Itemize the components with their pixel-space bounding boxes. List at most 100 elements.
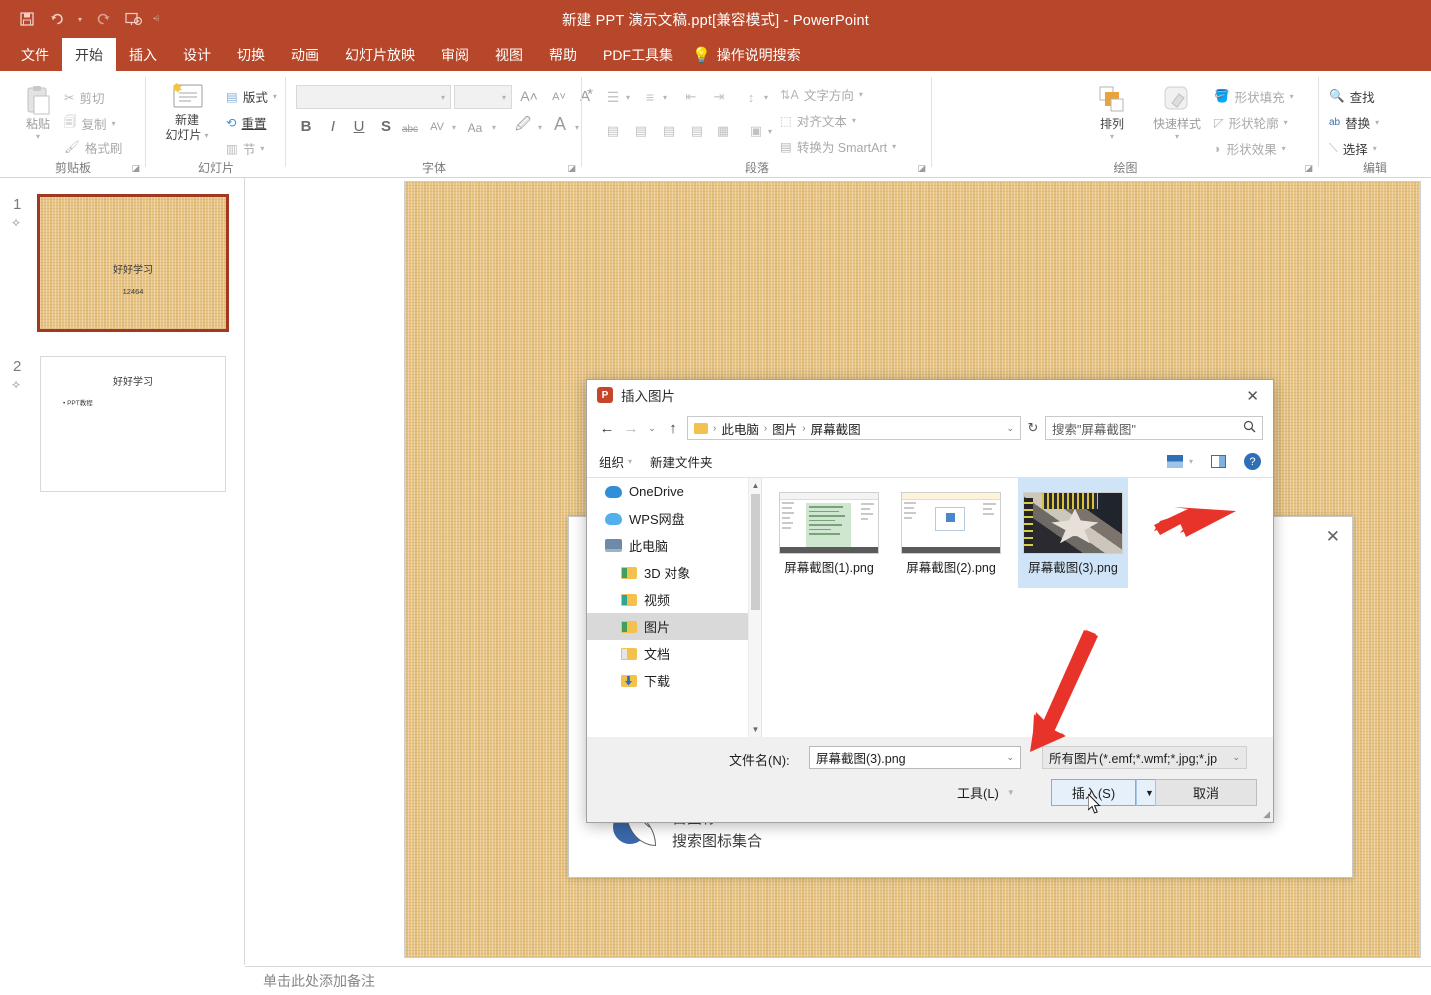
undo-icon[interactable]	[44, 6, 70, 32]
view-options-button[interactable]: ▾	[1166, 455, 1193, 468]
tell-me-search[interactable]: 💡 操作说明搜索	[686, 38, 814, 71]
bullets-icon[interactable]: ☰	[602, 87, 624, 107]
tab-animations[interactable]: 动画	[278, 38, 332, 71]
shape-effects-dropdown-icon[interactable]: ▾	[1282, 144, 1286, 153]
align-text-dropdown-icon[interactable]: ▾	[852, 116, 856, 125]
tab-pdf-tools[interactable]: PDF工具集	[590, 38, 686, 71]
customize-qat-icon[interactable]: ⩤	[150, 14, 162, 24]
file-item-2[interactable]: 屏幕截图(2).png	[896, 484, 1006, 581]
breadcrumb-screenshots[interactable]: 屏幕截图	[811, 419, 861, 438]
decrease-indent-icon[interactable]: ⇤	[680, 87, 702, 107]
font-name-input[interactable]: ▾	[296, 85, 451, 109]
arrange-button[interactable]: 排列 ▾	[1088, 85, 1136, 142]
background-dialog-close-icon[interactable]: ✕	[1326, 527, 1340, 547]
text-direction-button[interactable]: ⇅A 文字方向 ▾	[780, 85, 863, 104]
filename-input[interactable]: 屏幕截图(3).png ⌄	[809, 746, 1021, 769]
tab-help[interactable]: 帮助	[536, 38, 590, 71]
address-breadcrumb[interactable]: › 此电脑 › 图片 › 屏幕截图 ⌄	[687, 416, 1021, 440]
dialog-close-button[interactable]: ✕	[1246, 387, 1259, 405]
quick-styles-dropdown-icon[interactable]: ▾	[1175, 132, 1179, 142]
character-spacing-dropdown-icon[interactable]: ▾	[452, 123, 456, 132]
tools-dropdown-icon[interactable]: ▼	[1007, 788, 1015, 797]
tab-design[interactable]: 设计	[170, 38, 224, 71]
section-dropdown-icon[interactable]: ▾	[260, 144, 264, 153]
align-center-icon[interactable]: ▤	[630, 121, 652, 141]
change-case-dropdown-icon[interactable]: ▾	[492, 123, 496, 132]
file-item-3[interactable]: 屏幕截图(3).png	[1018, 478, 1128, 588]
format-painter-button[interactable]: 🖌 格式刷	[64, 138, 122, 157]
search-input[interactable]: 搜索"屏幕截图"	[1045, 416, 1263, 440]
slide-thumbnail-2[interactable]: 好好学习 • PPT教程	[40, 356, 226, 492]
italic-button[interactable]: I	[322, 115, 344, 137]
bold-button[interactable]: B	[295, 115, 317, 137]
preview-pane-button[interactable]	[1211, 455, 1226, 468]
filetype-select[interactable]: 所有图片(*.emf;*.wmf;*.jpg;*.jp ⌄	[1042, 746, 1247, 769]
cancel-button[interactable]: 取消	[1155, 779, 1257, 806]
sidebar-item-documents[interactable]: 文档	[587, 640, 761, 667]
file-item-1[interactable]: 屏幕截图(1).png	[774, 484, 884, 581]
new-folder-button[interactable]: 新建文件夹	[650, 452, 713, 471]
character-spacing-button[interactable]: AV	[426, 116, 448, 138]
font-dialog-launcher[interactable]: ◪	[567, 163, 576, 174]
text-direction-dropdown-icon[interactable]: ▾	[859, 90, 863, 99]
nav-forward-icon[interactable]: →	[621, 420, 641, 437]
select-dropdown-icon[interactable]: ▾	[1373, 144, 1377, 153]
font-color-button[interactable]: A	[549, 113, 571, 135]
underline-button[interactable]: U	[348, 115, 370, 137]
increase-indent-icon[interactable]: ⇥	[708, 87, 730, 107]
sidebar-item-3d-objects[interactable]: 3D 对象	[587, 559, 761, 586]
new-slide-dropdown-icon[interactable]: ▾	[205, 131, 209, 141]
align-right-icon[interactable]: ▤	[658, 121, 680, 141]
tab-view[interactable]: 视图	[482, 38, 536, 71]
sidebar-item-onedrive[interactable]: OneDrive	[587, 478, 761, 505]
select-button[interactable]: ⟍ 选择 ▾	[1329, 139, 1377, 158]
align-text-button[interactable]: ⬚ 对齐文本 ▾	[780, 111, 856, 130]
shape-outline-dropdown-icon[interactable]: ▾	[1284, 118, 1288, 127]
shape-effects-button[interactable]: ◗ 形状效果 ▾	[1214, 139, 1286, 158]
navigation-pane-scrollbar[interactable]: ▲ ▼	[748, 478, 761, 737]
tools-button[interactable]: 工具(L) ▼	[957, 783, 1015, 802]
tab-file[interactable]: 文件	[8, 38, 62, 71]
font-color-dropdown-icon[interactable]: ▾	[575, 123, 579, 132]
help-icon[interactable]: ?	[1244, 453, 1261, 470]
resize-grip-icon[interactable]: ◢	[1263, 809, 1270, 820]
sidebar-item-videos[interactable]: 视频	[587, 586, 761, 613]
find-button[interactable]: 🔍 查找	[1329, 87, 1375, 106]
paragraph-dialog-launcher[interactable]: ◪	[917, 163, 926, 174]
convert-smartart-button[interactable]: ▤ 转换为 SmartArt ▾	[780, 137, 896, 156]
section-button[interactable]: ▥ 节 ▾	[226, 139, 264, 158]
grow-font-icon[interactable]: A˄	[518, 85, 540, 107]
layout-button[interactable]: ▤ 版式 ▾	[226, 87, 277, 106]
breadcrumb-pictures[interactable]: 图片	[772, 419, 797, 438]
view-options-dropdown-icon[interactable]: ▾	[1189, 457, 1193, 466]
highlight-icon[interactable]: 🖉	[512, 115, 534, 137]
breadcrumb-this-pc[interactable]: 此电脑	[721, 419, 759, 438]
line-spacing-icon[interactable]: ↕	[740, 87, 762, 107]
numbering-dropdown-icon[interactable]: ▾	[663, 93, 667, 102]
undo-dropdown-icon[interactable]: ▾	[74, 15, 86, 24]
start-slideshow-icon[interactable]	[120, 6, 146, 32]
slide-thumbnail-pane[interactable]: 1 ✧ 好好学习 12464 2 ✧ 好好学习 • PPT教程	[0, 178, 244, 965]
shrink-font-icon[interactable]: A˅	[548, 86, 570, 108]
filename-dropdown-icon[interactable]: ⌄	[1006, 752, 1014, 763]
strikethrough-button[interactable]: abc	[399, 118, 421, 140]
bullets-dropdown-icon[interactable]: ▾	[626, 93, 630, 102]
sidebar-item-wps-cloud[interactable]: WPS网盘	[587, 505, 761, 532]
shape-fill-dropdown-icon[interactable]: ▾	[1290, 92, 1294, 101]
copy-dropdown-icon[interactable]: ▾	[112, 119, 116, 128]
sidebar-item-downloads[interactable]: 下载	[587, 667, 761, 694]
save-icon[interactable]	[14, 6, 40, 32]
layout-dropdown-icon[interactable]: ▾	[273, 92, 277, 101]
clipboard-dialog-launcher[interactable]: ◪	[131, 163, 140, 174]
nav-up-icon[interactable]: ↑	[663, 420, 683, 437]
smartart-dropdown-icon[interactable]: ▾	[892, 142, 896, 151]
text-shadow-button[interactable]: S	[375, 115, 397, 137]
replace-button[interactable]: ab 替换 ▾	[1329, 113, 1379, 132]
shape-outline-button[interactable]: ◸ 形状轮廓 ▾	[1214, 113, 1288, 132]
shape-fill-button[interactable]: 🪣 形状填充 ▾	[1214, 87, 1294, 106]
scrollbar-thumb[interactable]	[751, 494, 760, 610]
tab-transitions[interactable]: 切换	[224, 38, 278, 71]
reset-button[interactable]: ⟲ 重置	[226, 113, 267, 132]
paste-button[interactable]: 粘贴 ▾	[14, 85, 62, 142]
font-size-input[interactable]: ▾	[454, 85, 512, 109]
